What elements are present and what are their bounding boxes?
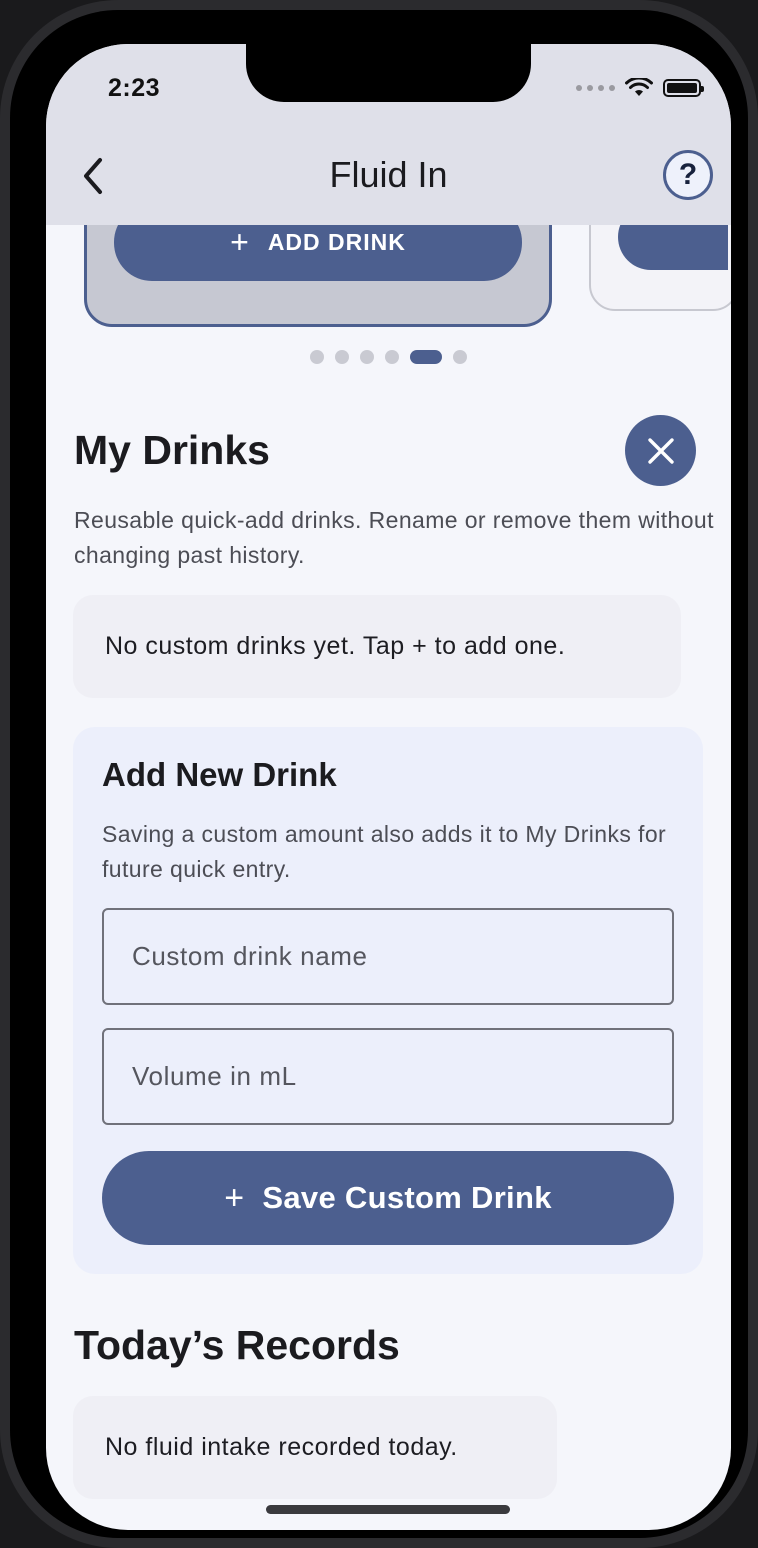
add-new-drink-title: Add New Drink — [102, 756, 337, 793]
cellular-signal-icon — [576, 85, 615, 91]
home-indicator[interactable] — [266, 1505, 510, 1514]
add-drink-label: ADD DRINK — [267, 229, 406, 255]
save-custom-drink-label: Save Custom Drink — [262, 1180, 552, 1215]
carousel-pager — [310, 350, 467, 364]
app-screen: + ADD DRINK My Drinks Reusable quick-add… — [46, 44, 731, 1530]
pager-dot[interactable] — [335, 350, 349, 364]
pager-dot[interactable] — [310, 350, 324, 364]
save-custom-drink-button[interactable]: + Save Custom Drink — [102, 1151, 674, 1245]
my-drinks-empty-state: No custom drinks yet. Tap + to add one. — [73, 595, 681, 698]
close-icon — [647, 437, 674, 464]
status-icons — [576, 78, 704, 98]
pager-dot[interactable] — [453, 350, 467, 364]
device-notch — [246, 44, 531, 102]
battery-icon — [663, 79, 704, 97]
todays-records-title: Today’s Records — [74, 1322, 400, 1368]
pager-dot[interactable] — [385, 350, 399, 364]
todays-records-empty-state: No fluid intake recorded today. — [73, 1396, 557, 1499]
add-new-drink-description: Saving a custom amount also adds it to M… — [102, 821, 667, 882]
help-icon: ? — [678, 158, 698, 191]
page-title: Fluid In — [329, 154, 448, 195]
help-button[interactable]: ? — [663, 150, 713, 200]
plus-icon: + — [224, 1178, 245, 1217]
pager-dot[interactable] — [360, 350, 374, 364]
pager-dot-active[interactable] — [410, 350, 442, 364]
my-drinks-description: Reusable quick-add drinks. Rename or rem… — [74, 507, 714, 568]
status-time: 2:23 — [108, 74, 161, 102]
plus-icon: + — [230, 224, 250, 260]
wifi-icon — [625, 78, 653, 96]
volume-ml-input[interactable] — [102, 1028, 674, 1125]
custom-drink-name-input[interactable] — [102, 908, 674, 1005]
close-my-drinks-button[interactable] — [625, 415, 696, 486]
phone-frame: + ADD DRINK My Drinks Reusable quick-add… — [0, 0, 758, 1548]
my-drinks-title: My Drinks — [74, 427, 270, 473]
phone-bezel: + ADD DRINK My Drinks Reusable quick-add… — [10, 10, 748, 1538]
